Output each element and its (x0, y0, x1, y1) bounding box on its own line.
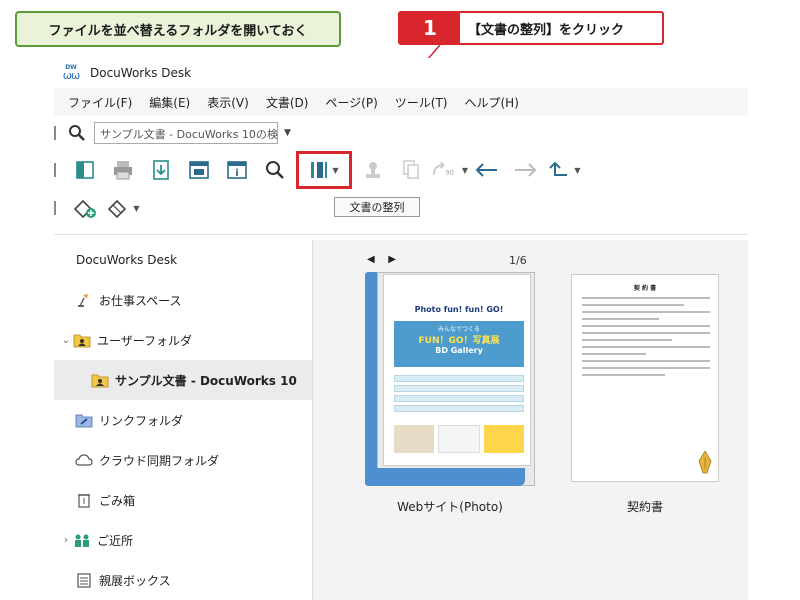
tree-item-user-folder[interactable]: ⌄ ユーザーフォルダ (54, 320, 312, 360)
eraser-dropdown-icon[interactable]: ▼ (133, 204, 139, 213)
docuworks-logo-icon: DW ωω (62, 64, 80, 82)
toolbar-grip[interactable] (54, 201, 56, 215)
stamp-icon[interactable] (354, 154, 392, 186)
step-text: 【文書の整列】をクリック (468, 22, 625, 38)
next-page-icon[interactable]: ▶ (388, 254, 396, 265)
menu-document[interactable]: 文書(D) (266, 94, 309, 111)
instruction-callout-open-folder: ファイルを並べ替えるフォルダを開いておく (15, 11, 341, 47)
thumbnail-title: Photo fun! fun! GO! (414, 305, 504, 314)
document-view: ◀ ▶ 1/6 Photo fun! fun! GO! みんなでつくる FUN！… (313, 240, 748, 600)
tooltip-align-documents: 文書の整列 (334, 197, 420, 217)
thumbnail-banner: みんなでつくる FUN！GO！写真展 BD Gallery (394, 321, 524, 367)
cloud-icon (74, 450, 94, 470)
prev-page-icon[interactable]: ◀ (367, 254, 375, 265)
rotate-degree-label: 90 (445, 169, 454, 177)
tree-item-label: お仕事スペース (99, 293, 182, 308)
link-folder-icon (74, 410, 94, 430)
tree-item-label: クラウド同期フォルダ (99, 453, 220, 468)
import-icon[interactable] (142, 154, 180, 186)
document-label: Webサイト(Photo) (397, 500, 503, 514)
tree-item-docuworks-desk[interactable]: DocuWorks Desk (54, 240, 312, 280)
copy-icon[interactable] (392, 154, 430, 186)
chevron-right-icon[interactable]: › (60, 535, 72, 546)
tree-item-label: ご近所 (97, 533, 134, 548)
back-arrow-icon[interactable] (468, 154, 506, 186)
tree-item-cloud-sync[interactable]: クラウド同期フォルダ (54, 440, 312, 480)
tree-item-label: ユーザーフォルダ (97, 333, 193, 348)
rotate-icon[interactable]: 90 ▼ (430, 154, 468, 186)
menu-file[interactable]: ファイル(F) (68, 94, 132, 111)
tree-item-label: リンクフォルダ (99, 413, 184, 428)
step-number: 1 (400, 13, 460, 43)
align-documents-button[interactable]: ▼ (296, 151, 352, 189)
menu-edit[interactable]: 編集(E) (149, 94, 190, 111)
confidential-box-icon (74, 570, 94, 590)
folder-icon (90, 370, 110, 390)
title-bar: DW ωω DocuWorks Desk (54, 58, 748, 88)
toolbar-separator (54, 234, 748, 235)
menu-tools[interactable]: ツール(T) (395, 94, 448, 111)
search-icon[interactable] (66, 122, 88, 144)
document-webpage-photo[interactable]: Photo fun! fun! GO! みんなでつくる FUN！GO！写真展 B… (365, 272, 535, 486)
eraser-icon[interactable]: ▼ (104, 192, 142, 224)
align-documents-icon (311, 162, 328, 178)
trash-icon (74, 490, 94, 510)
app-window: DW ωω DocuWorks Desk ファイル(F) 編集(E) 表示(V)… (54, 58, 748, 600)
desk-lamp-icon (74, 290, 94, 310)
thumbnail-list (394, 375, 524, 415)
instruction-text: ファイルを並べ替えるフォルダを開いておく (48, 23, 308, 39)
fountain-pen-icon (698, 451, 712, 474)
search-toolbar: サンプル文書 - DocuWorks 10の検索 ▼ (54, 116, 748, 150)
search-input[interactable]: サンプル文書 - DocuWorks 10の検索 (94, 122, 278, 144)
menu-page[interactable]: ページ(P) (325, 94, 377, 111)
tree-item-label: DocuWorks Desk (76, 253, 178, 267)
contract-text-lines (582, 297, 710, 381)
eraser-add-icon[interactable] (66, 192, 104, 224)
align-dropdown-icon[interactable]: ▼ (332, 166, 338, 175)
tree-item-trash[interactable]: ごみ箱 (54, 480, 312, 520)
tree-item-neighborhood[interactable]: › ご近所 (54, 520, 312, 560)
tree-item-sample-documents[interactable]: サンプル文書 - DocuWorks 10 (54, 360, 312, 400)
svg-text:i: i (235, 168, 238, 179)
up-dropdown-icon[interactable]: ▼ (574, 166, 580, 175)
folder-tree: DocuWorks Desk お仕事スペース ⌄ ユーザーフォルダ サンプル文書… (54, 240, 312, 600)
document-thumbnail: Photo fun! fun! GO! みんなでつくる FUN！GO！写真展 B… (383, 274, 531, 466)
tree-item-work-space[interactable]: お仕事スペース (54, 280, 312, 320)
print-icon[interactable] (104, 154, 142, 186)
chevron-down-icon[interactable]: ⌄ (60, 335, 72, 346)
tree-item-link-folder[interactable]: リンクフォルダ (54, 400, 312, 440)
forward-arrow-icon[interactable] (506, 154, 544, 186)
page-indicator: 1/6 (509, 254, 527, 267)
tree-item-label: サンプル文書 - DocuWorks 10 (115, 373, 297, 388)
document-contract[interactable]: 契 約 書 (571, 274, 719, 482)
menu-view[interactable]: 表示(V) (207, 94, 249, 111)
document-label: 契約書 (626, 500, 663, 514)
pager-controls: ◀ ▶ (367, 252, 406, 265)
toolbar-grip[interactable] (54, 126, 56, 140)
tree-item-confidential-box[interactable]: 親展ボックス (54, 560, 312, 600)
thumbnail-images (394, 425, 524, 453)
search-icon[interactable] (256, 154, 294, 186)
main-toolbar: i ▼ 90 ▼ ▼ (54, 150, 748, 190)
search-dropdown-icon[interactable]: ▼ (284, 128, 291, 138)
neighborhood-icon (72, 530, 92, 550)
contract-heading: 契 約 書 (633, 285, 657, 292)
binder-bottom (365, 468, 525, 486)
toolbar-grip[interactable] (54, 163, 56, 177)
menu-bar: ファイル(F) 編集(E) 表示(V) 文書(D) ページ(P) ツール(T) … (54, 88, 748, 116)
window-title: DocuWorks Desk (90, 66, 192, 80)
up-folder-icon[interactable]: ▼ (544, 154, 582, 186)
instruction-callout-step-1: 1 【文書の整列】をクリック (398, 11, 664, 45)
user-folder-icon (72, 330, 92, 350)
menu-help[interactable]: ヘルプ(H) (465, 94, 519, 111)
tree-item-label: ごみ箱 (99, 493, 136, 508)
split-view-icon[interactable] (66, 154, 104, 186)
tree-item-label: 親展ボックス (99, 573, 171, 588)
viewer-icon[interactable] (180, 154, 218, 186)
info-icon[interactable]: i (218, 154, 256, 186)
